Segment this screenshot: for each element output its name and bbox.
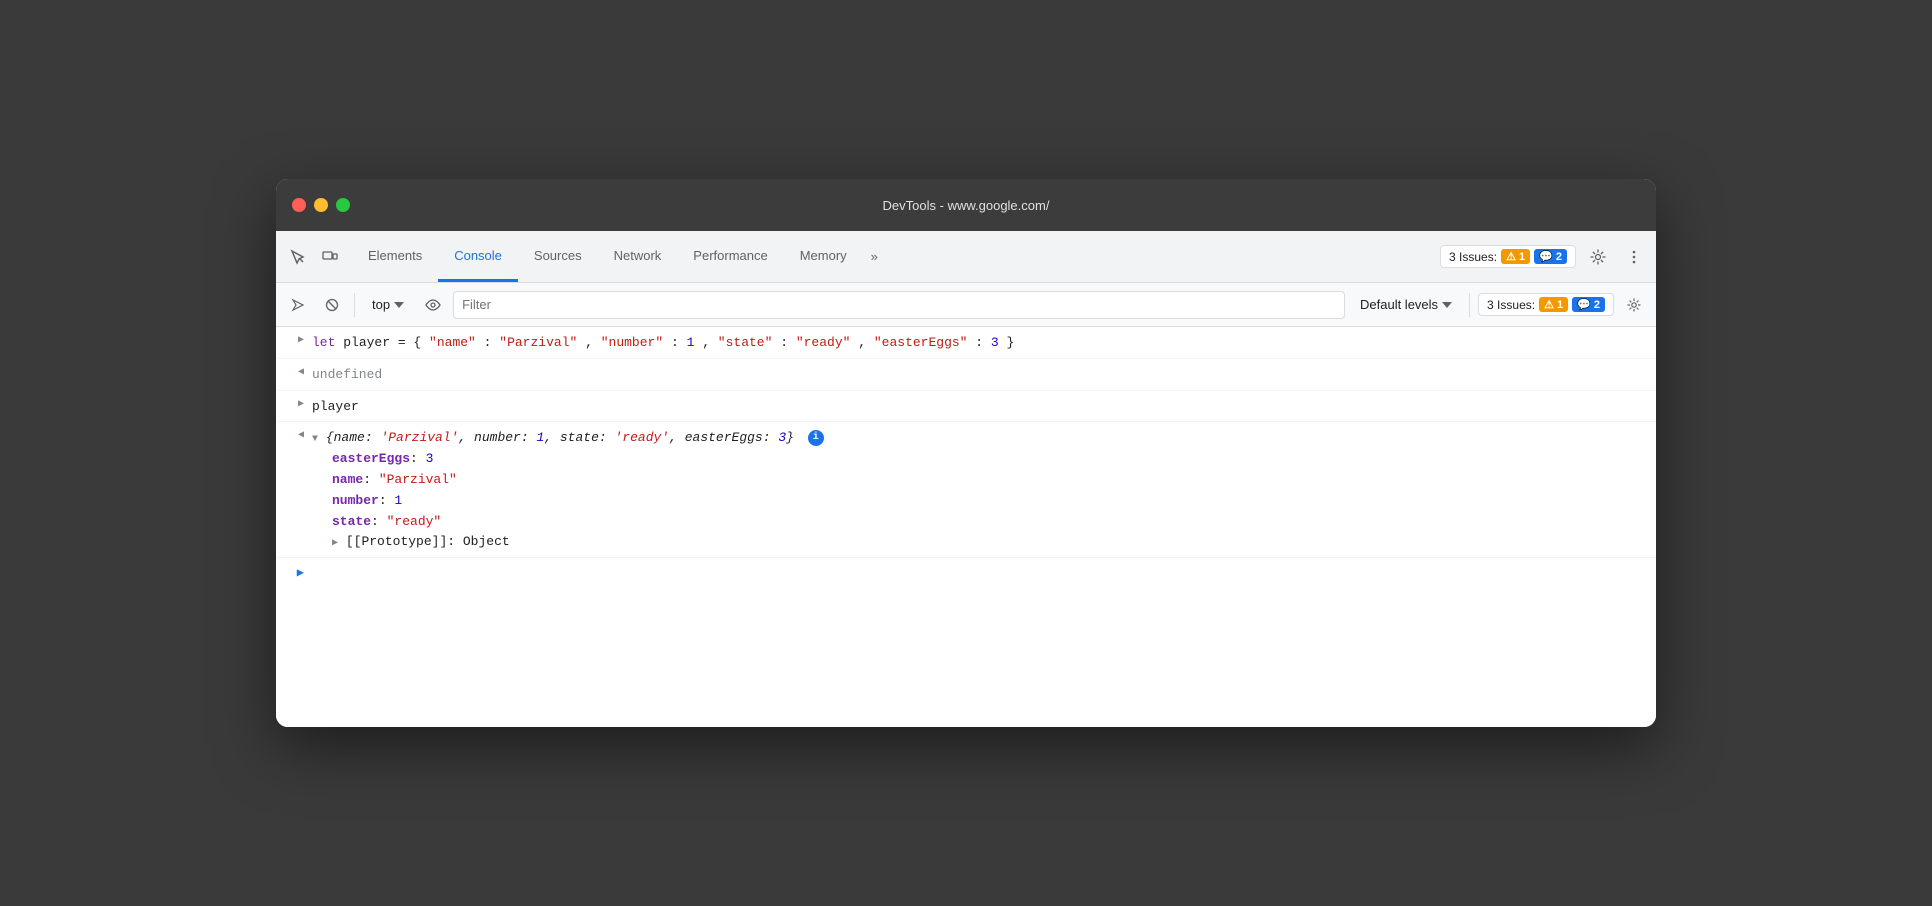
- output-indicator-2: ◀: [298, 366, 304, 378]
- expand-prototype-icon[interactable]: ▶: [332, 538, 338, 549]
- issues-text: 3 Issues:: [1449, 250, 1497, 264]
- console-prompt[interactable]: [312, 565, 320, 580]
- console-toolbar: top Default levels 3 Issues: ⚠ 1 💬 2: [276, 283, 1656, 327]
- log-levels-selector[interactable]: Default levels: [1351, 293, 1461, 316]
- console-input-line[interactable]: ▶: [276, 558, 1656, 586]
- line-content-2: undefined: [312, 363, 1648, 386]
- object-info-icon[interactable]: i: [808, 430, 824, 446]
- prototype-row[interactable]: ▶ [[Prototype]]: Object: [312, 532, 1648, 553]
- context-label: top: [372, 297, 390, 312]
- traffic-lights: [292, 198, 350, 212]
- console-line-4: ◀ ▼ {name: 'Parzival', number: 1, state:…: [276, 422, 1656, 558]
- toolbar-icons: [284, 243, 344, 271]
- line-gutter-4: ◀: [276, 426, 312, 441]
- warn-badge: ⚠ 1: [1501, 249, 1530, 264]
- window-title: DevTools - www.google.com/: [883, 198, 1050, 213]
- val-ready: "ready": [796, 335, 851, 350]
- context-selector[interactable]: top: [363, 293, 413, 316]
- tab-network[interactable]: Network: [598, 231, 678, 282]
- tab-console[interactable]: Console: [438, 231, 518, 282]
- line-content-4: ▼ {name: 'Parzival', number: 1, state: '…: [312, 426, 1648, 553]
- property-number: number: 1: [312, 491, 1648, 512]
- titlebar: DevTools - www.google.com/: [276, 179, 1656, 231]
- object-header[interactable]: ▼ {name: 'Parzival', number: 1, state: '…: [312, 428, 1648, 449]
- console-line-2: ◀ undefined: [276, 359, 1656, 391]
- line-gutter-1: ▶: [276, 331, 312, 346]
- device-toggle-button[interactable]: [316, 243, 344, 271]
- line-gutter-2: ◀: [276, 363, 312, 378]
- close-button[interactable]: [292, 198, 306, 212]
- property-state: state: "ready": [312, 512, 1648, 533]
- line-content-1: let player = { "name" : "Parzival" , "nu…: [312, 331, 1648, 354]
- eye-button[interactable]: [419, 291, 447, 319]
- val-1: 1: [687, 335, 695, 350]
- divider-2: [1469, 293, 1470, 317]
- devtools-window: DevTools - www.google.com/: [276, 179, 1656, 727]
- console-issues-text: 3 Issues:: [1487, 298, 1535, 312]
- settings-button[interactable]: [1584, 243, 1612, 271]
- key-eastereggs: "easterEggs": [874, 335, 968, 350]
- top-toolbar: Elements Console Sources Network Perform…: [276, 231, 1656, 283]
- tabs-container: Elements Console Sources Network Perform…: [352, 231, 1440, 282]
- prototype-label: [[Prototype]]: Object: [346, 534, 510, 549]
- key-state: "state": [718, 335, 773, 350]
- console-line-1: ▶ let player = { "name" : "Parzival" , "…: [276, 327, 1656, 359]
- object-preview: {name: 'Parzival', number: 1, state: 're…: [326, 430, 802, 445]
- right-toolbar: 3 Issues: ⚠ 1 💬 2: [1440, 243, 1648, 271]
- input-gutter: ▶: [276, 565, 312, 580]
- console-warn-badge: ⚠ 1: [1539, 297, 1568, 312]
- console-settings-button[interactable]: [1620, 291, 1648, 319]
- more-options-button[interactable]: [1620, 243, 1648, 271]
- val-3: 3: [991, 335, 999, 350]
- tab-performance[interactable]: Performance: [677, 231, 783, 282]
- log-levels-label: Default levels: [1360, 297, 1438, 312]
- block-requests-button[interactable]: [318, 291, 346, 319]
- val-parzival: "Parzival": [499, 335, 577, 350]
- console-line-3: ▶ player: [276, 391, 1656, 423]
- undefined-text: undefined: [312, 367, 382, 382]
- expand-icon-1[interactable]: ▶: [298, 334, 304, 346]
- expand-icon-3[interactable]: ▶: [298, 398, 304, 410]
- key-number: "number": [601, 335, 663, 350]
- divider: [354, 293, 355, 317]
- maximize-button[interactable]: [336, 198, 350, 212]
- key-name: "name": [429, 335, 476, 350]
- collapse-icon[interactable]: ▼: [312, 434, 318, 445]
- info-badge: 💬 2: [1534, 249, 1567, 264]
- tab-elements[interactable]: Elements: [352, 231, 438, 282]
- property-eastereggs: easterEggs: 3: [312, 449, 1648, 470]
- tab-sources[interactable]: Sources: [518, 231, 598, 282]
- tabs-overflow-button[interactable]: »: [863, 231, 886, 282]
- output-indicator-4: ◀: [298, 429, 304, 441]
- inspect-element-button[interactable]: [284, 243, 312, 271]
- property-name: name: "Parzival": [312, 470, 1648, 491]
- keyword-let: let: [312, 335, 335, 350]
- minimize-button[interactable]: [314, 198, 328, 212]
- line-content-3: player: [312, 395, 1648, 418]
- filter-input[interactable]: [453, 291, 1345, 319]
- console-info-badge: 💬 2: [1572, 297, 1605, 312]
- line-gutter-3: ▶: [276, 395, 312, 410]
- issues-badge[interactable]: 3 Issues: ⚠ 1 💬 2: [1440, 245, 1576, 268]
- console-content: ▶ let player = { "name" : "Parzival" , "…: [276, 327, 1656, 727]
- console-issues-badge[interactable]: 3 Issues: ⚠ 1 💬 2: [1478, 293, 1614, 316]
- devtools-panel: Elements Console Sources Network Perform…: [276, 231, 1656, 727]
- input-chevron: ▶: [297, 565, 304, 580]
- tab-memory[interactable]: Memory: [784, 231, 863, 282]
- player-var: player: [312, 399, 359, 414]
- clear-console-button[interactable]: [284, 291, 312, 319]
